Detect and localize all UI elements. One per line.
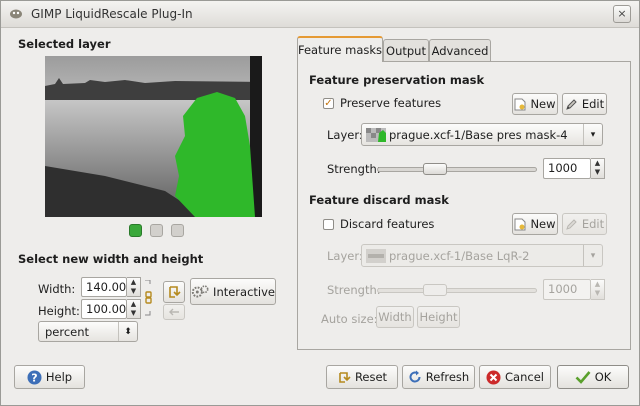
preserve-strength-label: Strength: [327, 162, 381, 176]
unit-select[interactable]: percent ⬍ [38, 321, 138, 342]
discard-strength-spinner[interactable]: ▲ ▼ [591, 279, 605, 300]
interactive-button-label: Interactive [213, 284, 275, 299]
reset-label: Reset [354, 370, 388, 384]
discard-layer-arrow-icon: ▾ [583, 245, 602, 266]
preserve-new-label: New [530, 97, 556, 111]
undo-arrow-icon [169, 308, 179, 316]
new-document-icon [514, 218, 526, 230]
preserve-layer-arrow-icon: ▾ [583, 124, 602, 145]
autosize-label: Auto size: [321, 312, 378, 326]
preview-photo [45, 56, 262, 217]
preserve-features-checkbox[interactable]: ✓ [323, 98, 334, 109]
width-spinner[interactable]: ▲ ▼ [127, 277, 141, 297]
discard-features-checkbox[interactable] [323, 219, 334, 230]
discard-strength-slider[interactable] [377, 288, 537, 293]
help-label: Help [45, 370, 73, 384]
preserve-strength-thumb[interactable] [423, 163, 447, 175]
gimp-app-icon [10, 9, 22, 19]
pencil-icon [566, 218, 577, 230]
preserve-strength-slider[interactable] [377, 167, 537, 172]
cancel-button[interactable]: Cancel [479, 365, 551, 389]
discard-layer-select[interactable]: prague.xcf-1/Base LqR-2 ▾ [361, 244, 603, 267]
preserve-layer-value: prague.xcf-1/Base pres mask-4 [389, 127, 568, 142]
chain-link-icon[interactable] [144, 280, 153, 316]
discard-edit-button[interactable]: Edit [562, 213, 607, 235]
discard-strength-thumb[interactable] [423, 284, 447, 296]
discard-layer-value: prague.xcf-1/Base LqR-2 [389, 248, 530, 263]
autosize-height-button[interactable]: Height [417, 306, 460, 328]
ok-button[interactable]: OK [557, 365, 629, 389]
show-layer-icon[interactable] [129, 224, 142, 237]
cancel-label: Cancel [505, 370, 544, 384]
discard-layer-label: Layer: [327, 249, 363, 263]
preserve-strength-input[interactable]: 1000 [543, 158, 591, 179]
preserve-features-label: Preserve features [340, 96, 442, 110]
preservation-heading: Feature preservation mask [309, 73, 485, 87]
discard-new-label: New [530, 217, 556, 231]
width-label: Width: [38, 282, 76, 296]
preserve-edit-label: Edit [581, 97, 605, 111]
refresh-label: Refresh [425, 370, 470, 384]
interactive-button[interactable]: Interactive [190, 278, 276, 305]
discard-new-button[interactable]: New [512, 213, 558, 235]
plugin-window: GIMP LiquidRescale Plug-In × Selected la… [0, 0, 640, 406]
discard-edit-label: Edit [581, 217, 605, 231]
cancel-icon [486, 370, 501, 384]
link-size-button[interactable] [163, 281, 185, 303]
height-label: Height: [38, 304, 80, 318]
unit-select-value: percent [45, 324, 90, 339]
discard-features-label: Discard features [340, 217, 435, 231]
checkmark-icon [575, 371, 591, 384]
unit-select-arrow-icon: ⬍ [118, 322, 137, 341]
show-preserve-mask-icon[interactable] [150, 224, 163, 237]
preserve-layer-select[interactable]: prague.xcf-1/Base pres mask-4 ▾ [361, 123, 603, 146]
window-title: GIMP LiquidRescale Plug-In [31, 7, 193, 21]
refresh-button[interactable]: Refresh [402, 365, 475, 389]
tab-advanced[interactable]: Advanced [429, 39, 491, 61]
gears-icon [191, 284, 209, 298]
svg-text:?: ? [31, 371, 37, 384]
title-bar: GIMP LiquidRescale Plug-In × [1, 1, 639, 28]
preserve-edit-button[interactable]: Edit [562, 93, 607, 115]
layer-thumbnail-icon [366, 127, 386, 142]
autosize-width-button[interactable]: Width [376, 306, 414, 328]
preserve-new-button[interactable]: New [512, 93, 558, 115]
undo-size-button[interactable] [163, 304, 185, 320]
help-icon: ? [27, 370, 42, 384]
ok-label: OK [594, 370, 612, 384]
tab-feature-masks[interactable]: Feature masks [297, 36, 383, 62]
discard-strength-input[interactable]: 1000 [543, 279, 591, 300]
layer-preview-image [45, 56, 262, 217]
discard-strength-label: Strength: [327, 283, 381, 297]
help-button[interactable]: ? Help [14, 365, 85, 389]
height-input[interactable]: 100.00 [81, 299, 127, 319]
width-input[interactable]: 140.00 [81, 277, 127, 297]
size-heading: Select new width and height [18, 252, 204, 266]
height-spinner[interactable]: ▲ ▼ [127, 299, 141, 319]
swap-arrow-icon [169, 286, 181, 298]
layer-thumbnail-icon [366, 248, 386, 263]
new-document-icon [514, 98, 526, 110]
close-button[interactable]: × [613, 5, 631, 23]
reset-icon [339, 372, 351, 383]
reset-button[interactable]: Reset [326, 365, 398, 389]
show-discard-mask-icon[interactable] [171, 224, 184, 237]
tab-output[interactable]: Output [383, 39, 429, 61]
discard-heading: Feature discard mask [309, 193, 449, 207]
pencil-icon [566, 98, 577, 110]
preserve-layer-label: Layer: [327, 128, 363, 142]
refresh-icon [409, 370, 421, 383]
selected-layer-heading: Selected layer [18, 37, 111, 51]
preserve-strength-spinner[interactable]: ▲ ▼ [591, 158, 605, 179]
